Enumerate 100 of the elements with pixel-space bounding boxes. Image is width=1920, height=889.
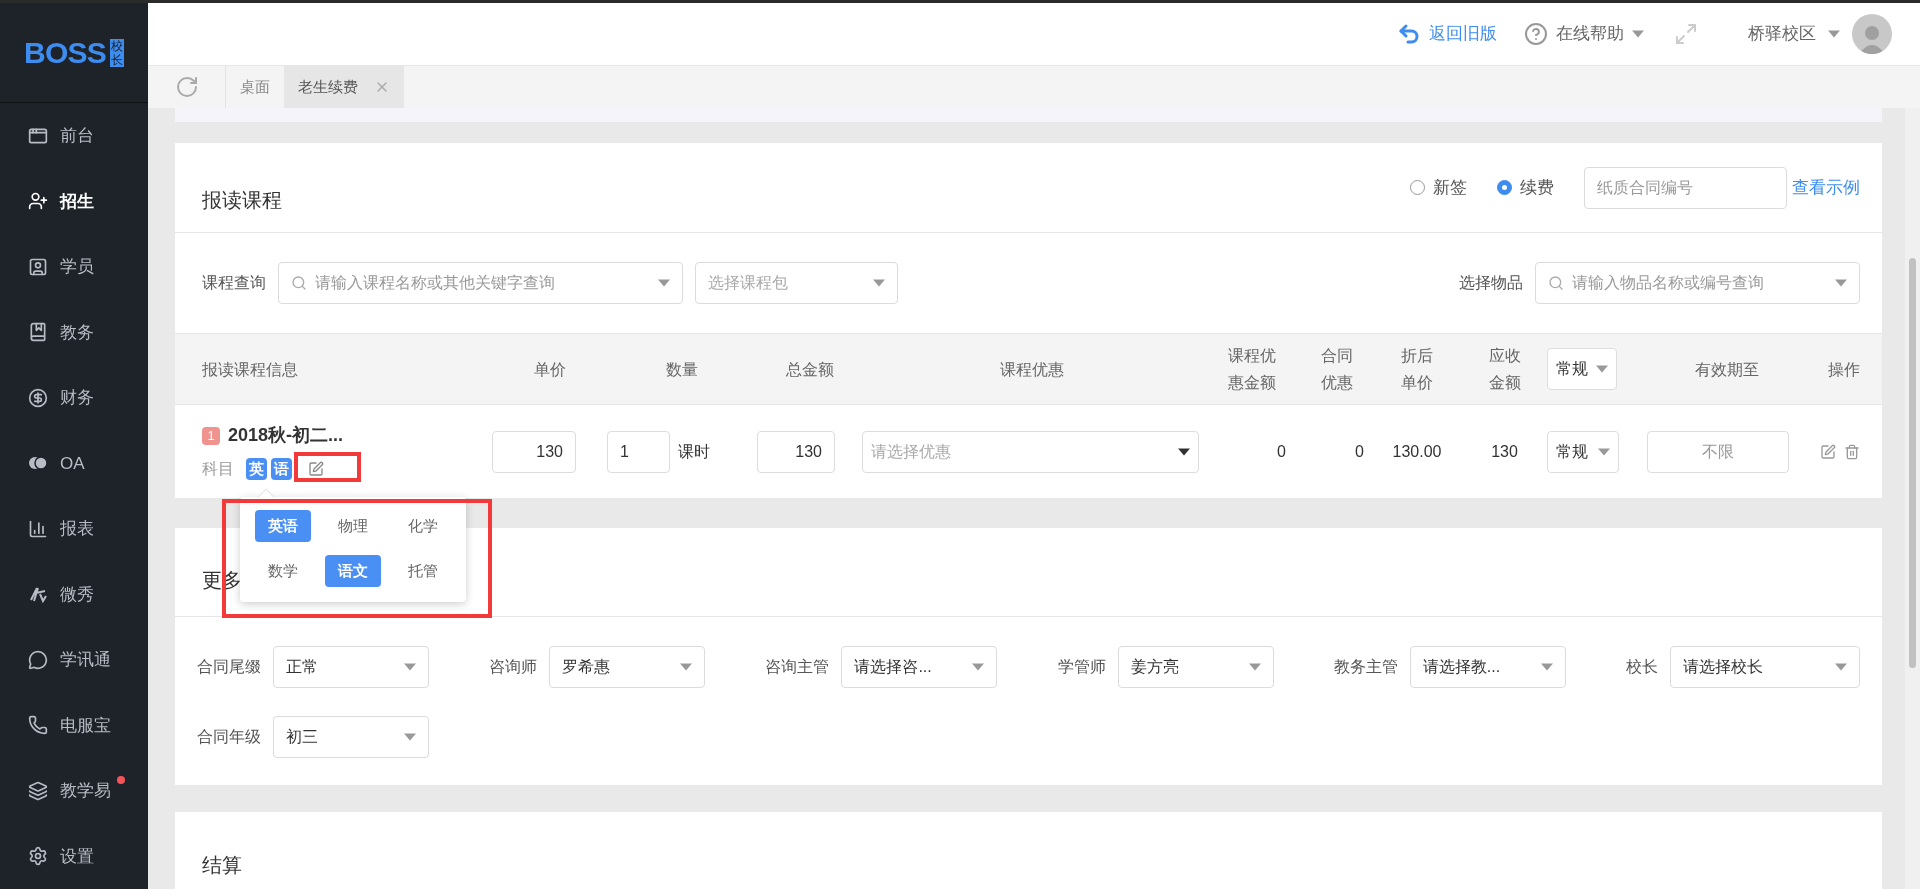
nav-item[interactable]: 设置: [0, 823, 148, 889]
nav-item[interactable]: 前台: [0, 103, 148, 169]
select-field[interactable]: 请选择咨...: [841, 646, 998, 688]
settings-icon: [28, 846, 48, 867]
phone-icon: [28, 715, 48, 736]
chat-icon: [28, 649, 48, 670]
back-link[interactable]: 返回旧版: [1397, 21, 1497, 47]
subject-label: 科目: [202, 459, 234, 479]
column-header: 合同优惠: [1321, 346, 1353, 393]
logo-badge: 校长: [110, 38, 124, 67]
caret-icon: [680, 663, 693, 671]
select-field[interactable]: 请选择教...: [1409, 646, 1566, 688]
nav-item[interactable]: 教务: [0, 299, 148, 365]
column-header: 有效期至: [1694, 359, 1760, 380]
search-icon: [1548, 275, 1564, 291]
subject-tag: 英: [246, 458, 267, 480]
edit-icon[interactable]: [308, 461, 324, 477]
select-field[interactable]: 正常: [273, 646, 429, 688]
table-cell-text: 0: [1354, 441, 1365, 462]
nav-item[interactable]: 学讯通: [0, 627, 148, 693]
subject-tag: 语: [271, 458, 292, 480]
column-header: 课程优惠: [999, 359, 1065, 380]
column-header: 单价: [532, 359, 567, 380]
select-field[interactable]: 请选择校长: [1669, 646, 1860, 688]
nav-item[interactable]: 报表: [0, 496, 148, 562]
index-badge: 1: [202, 426, 220, 445]
subject-option[interactable]: 化学: [395, 510, 451, 542]
caret-icon: [1835, 279, 1847, 287]
campus-button[interactable]: 桥驿校区: [1748, 21, 1840, 47]
radio-option[interactable]: 新签: [1410, 174, 1467, 201]
price-field[interactable]: 130: [492, 430, 576, 473]
type-select[interactable]: 常规: [1547, 430, 1619, 473]
delete-icon[interactable]: [1844, 443, 1860, 460]
caret-icon: [1828, 30, 1840, 38]
field-label: 合同尾缀: [197, 657, 261, 677]
type-select[interactable]: 常规: [1547, 348, 1617, 390]
scrollbar[interactable]: [1905, 108, 1920, 889]
contract-number-field[interactable]: 纸质合同编号: [1584, 166, 1787, 209]
page-tab[interactable]: 老生续费: [284, 66, 404, 108]
caret-icon: [972, 663, 985, 671]
bar-chart-icon: [28, 518, 48, 539]
nav-item[interactable]: OA: [0, 430, 148, 496]
caret-icon: [404, 733, 416, 741]
caret-icon: [404, 663, 416, 671]
total-field[interactable]: 130: [757, 430, 835, 473]
book-icon: [28, 322, 48, 343]
subject-option[interactable]: 数学: [255, 555, 311, 587]
field-label: 咨询主管: [765, 657, 830, 677]
caret-icon: [1834, 663, 1847, 671]
layers-icon: [28, 780, 48, 801]
table-cell-text: 130: [1490, 441, 1519, 462]
help-button[interactable]: 在线帮助: [1524, 21, 1644, 47]
caret-icon: [1632, 30, 1644, 38]
field-label: 合同年级: [197, 727, 261, 747]
table-cell-text: 130.00: [1391, 441, 1443, 462]
table-cell-text: 0: [1276, 441, 1287, 462]
quantity-field[interactable]: 1: [607, 430, 670, 473]
nav-item[interactable]: 招生: [0, 168, 148, 234]
undo-icon: [1397, 22, 1421, 46]
card-title: 结算: [202, 853, 243, 878]
column-header: 数量: [665, 359, 699, 380]
column-header: 操作: [1827, 359, 1860, 380]
select-field[interactable]: 初三: [273, 716, 429, 758]
course-name: 2018秋-初二...: [228, 424, 344, 447]
column-header: 总金额: [784, 359, 835, 380]
field-label: 咨询师: [489, 657, 538, 677]
caret-icon: [1598, 447, 1610, 456]
subject-option[interactable]: 托管: [395, 555, 451, 587]
help-icon: [1524, 22, 1548, 46]
column-header: 折后单价: [1401, 346, 1433, 393]
column-header: 报读课程信息: [202, 359, 299, 380]
highlight-frame: [294, 452, 361, 482]
field-label: 教务主管: [1333, 657, 1398, 677]
nav-item[interactable]: 电服宝: [0, 692, 148, 758]
fullscreen-icon[interactable]: [1674, 22, 1698, 46]
select-field[interactable]: 罗希惠: [549, 646, 706, 688]
column-header: 应收金额: [1488, 346, 1521, 393]
card-title: 报读课程: [202, 187, 282, 213]
radio-option[interactable]: 续费: [1497, 174, 1554, 201]
nav-item[interactable]: 财务: [0, 365, 148, 431]
caret-icon: [1596, 365, 1608, 373]
coin-icon: [28, 387, 48, 408]
nav-item[interactable]: 学员: [0, 234, 148, 300]
user-card-icon: [28, 256, 48, 277]
caret-icon: [1248, 663, 1261, 671]
avatar[interactable]: [1852, 14, 1892, 54]
caret-icon: [658, 279, 670, 287]
caret-icon: [1178, 447, 1190, 456]
unit-label: 课时: [678, 441, 710, 462]
nav-item[interactable]: 教学易: [0, 758, 148, 824]
field-label: 校长: [1625, 657, 1658, 677]
nav-item[interactable]: 微秀: [0, 561, 148, 627]
edit-icon[interactable]: [1820, 443, 1836, 460]
caret-icon: [1540, 663, 1553, 671]
column-header: 课程优惠金额: [1228, 346, 1276, 393]
select-field[interactable]: 姜方亮: [1117, 646, 1274, 688]
refresh-icon[interactable]: [174, 75, 199, 99]
subject-option[interactable]: 物理: [325, 510, 381, 542]
caret-icon: [873, 279, 885, 287]
search-icon: [291, 275, 307, 291]
